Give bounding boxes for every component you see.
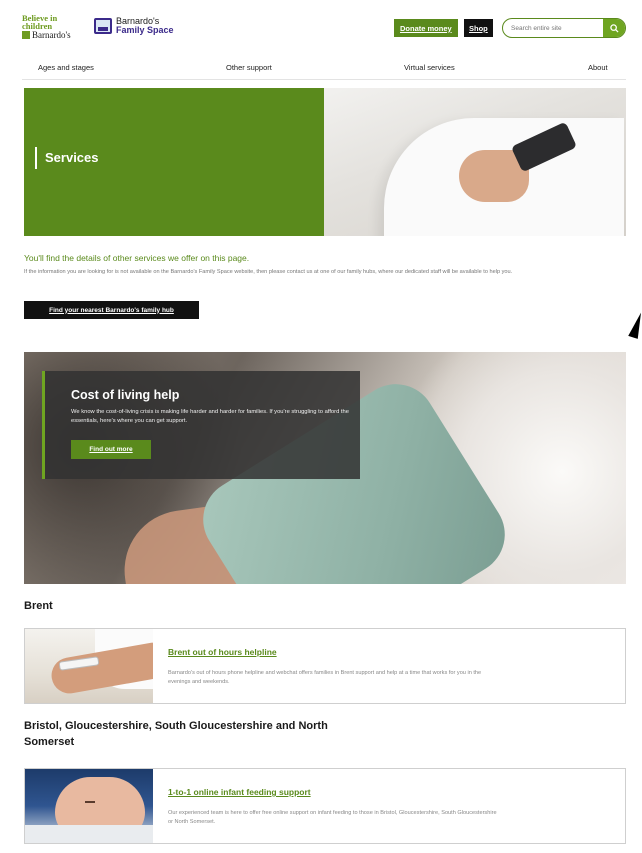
- hero-image: [324, 88, 626, 236]
- nav-item-ages-and-stages[interactable]: Ages and stages: [38, 63, 94, 72]
- nav-item-about[interactable]: About: [588, 63, 608, 72]
- thumb-baby-eye: [85, 801, 95, 803]
- hero-accent-bar: [35, 147, 37, 169]
- service-card-description: Our experienced team is here to offer fr…: [168, 810, 497, 825]
- service-card-infant-feeding[interactable]: 1-to-1 online infant feeding support Our…: [24, 768, 626, 844]
- thumb-blanket: [25, 825, 153, 843]
- hero-banner: Services: [24, 88, 626, 236]
- section-title-brent: Brent: [24, 600, 53, 612]
- cost-of-living-title: Cost of living help: [71, 388, 180, 402]
- site-search: [502, 18, 626, 38]
- cost-of-living-body: We know the cost-of-living crisis is mak…: [71, 409, 349, 424]
- barnardos-logo[interactable]: Believe in children Barnardo's: [22, 13, 84, 40]
- search-input[interactable]: [503, 19, 603, 37]
- site-header: Believe in children Barnardo's Barnardo'…: [22, 12, 626, 46]
- service-card-title[interactable]: Brent out of hours helpline: [168, 647, 277, 657]
- find-out-more-button[interactable]: Find out more: [71, 440, 151, 459]
- family-space-logo[interactable]: Barnardo's Family Space: [94, 17, 174, 35]
- barnardos-mark-icon: [22, 31, 30, 39]
- cost-of-living-banner: Cost of living help We know the cost-of-…: [24, 352, 626, 584]
- intro-lead: You'll find the details of other service…: [24, 253, 250, 263]
- intro-body: If the information you are looking for i…: [24, 269, 513, 275]
- find-family-hub-button[interactable]: Find your nearest Barnardo's family hub: [24, 301, 199, 319]
- cursor-arrow-icon: [628, 311, 642, 339]
- hero-title-panel: Services: [24, 88, 324, 236]
- family-space-line2: Family Space: [116, 25, 174, 35]
- logo-brand-row: Barnardo's: [22, 30, 84, 40]
- service-card-description: Barnardo's out of hours phone helpline a…: [168, 670, 482, 685]
- family-space-text: Barnardo's Family Space: [116, 17, 174, 35]
- nav-item-other-support[interactable]: Other support: [226, 63, 272, 72]
- service-card-title[interactable]: 1-to-1 online infant feeding support: [168, 787, 311, 797]
- intro-section: You'll find the details of other service…: [24, 253, 564, 277]
- main-nav: Ages and stages Other support Virtual se…: [22, 58, 626, 80]
- donate-money-button[interactable]: Donate money: [394, 19, 458, 37]
- logo-brand: Barnardo's: [32, 30, 71, 40]
- search-icon: [609, 23, 619, 33]
- shop-button[interactable]: Shop: [464, 19, 493, 37]
- search-button[interactable]: [603, 19, 625, 37]
- family-space-icon: [94, 18, 112, 34]
- service-card-image: [25, 629, 153, 703]
- service-card-brent[interactable]: Brent out of hours helpline Barnardo's o…: [24, 628, 626, 704]
- cost-of-living-panel: Cost of living help We know the cost-of-…: [42, 371, 360, 479]
- nav-item-virtual-services[interactable]: Virtual services: [404, 63, 455, 72]
- page-title: Services: [45, 150, 99, 165]
- service-card-image: [25, 769, 153, 843]
- logo-tagline: Believe in children: [22, 13, 58, 31]
- section-title-bristol: Bristol, Gloucestershire, South Gloucest…: [24, 720, 328, 748]
